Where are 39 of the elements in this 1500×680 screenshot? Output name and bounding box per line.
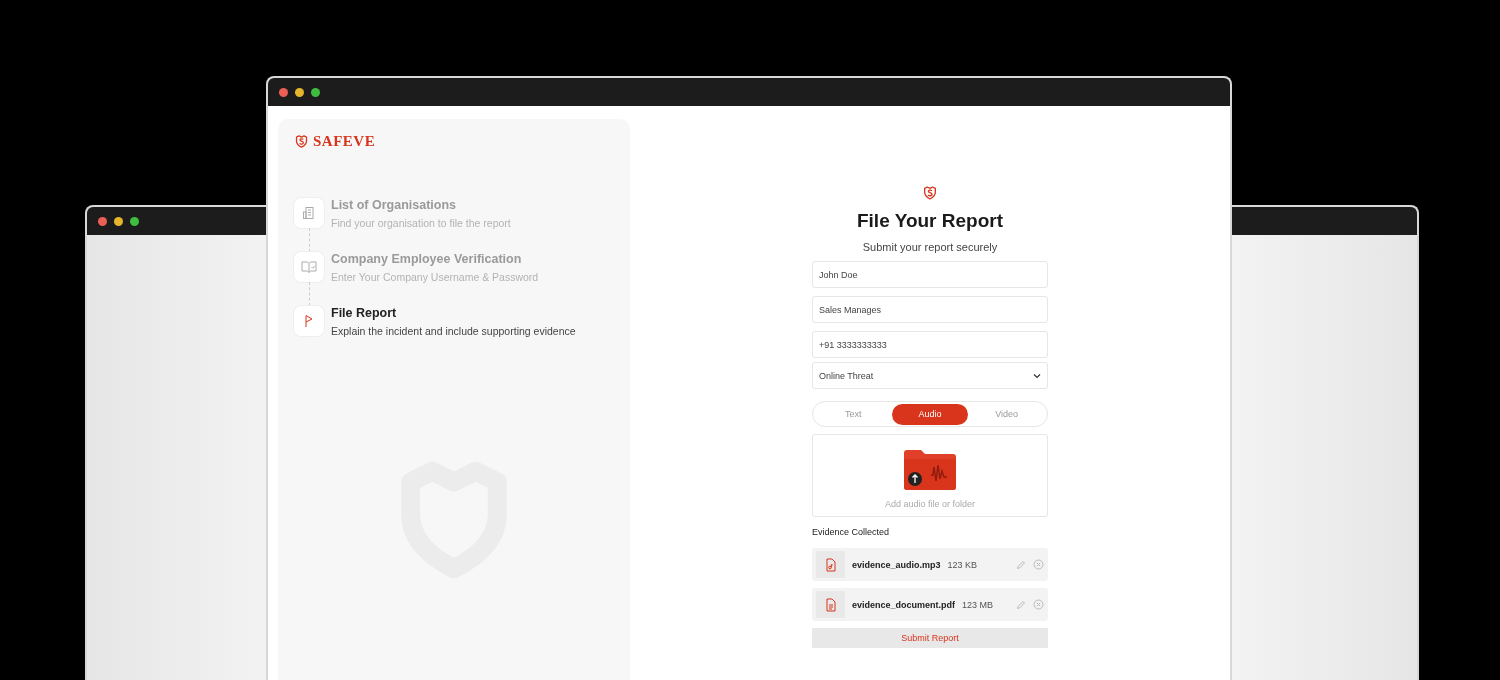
form-title: File Your Report <box>856 210 1003 232</box>
building-icon <box>302 206 316 220</box>
brand-name: SAFEVE <box>313 133 376 150</box>
media-tab[interactable]: Audio <box>891 403 969 425</box>
step-title: List of Organisations <box>331 198 457 212</box>
book-check-icon <box>301 260 317 274</box>
maximize-icon[interactable] <box>311 87 320 97</box>
input-field[interactable]: Sales Manages <box>812 296 1048 323</box>
step-description: Enter Your Company Username & Password <box>331 271 539 283</box>
upload-area[interactable]: Add audio file or folder <box>812 434 1048 517</box>
step-title: File Report <box>331 306 398 320</box>
category-select[interactable]: Online Threat <box>812 362 1048 389</box>
file-name: evidence_audio.mp3 <box>852 559 941 570</box>
close-icon[interactable] <box>279 87 288 97</box>
step-description: Find your organisation to file the report <box>331 217 511 229</box>
file-name: evidence_document.pdf <box>852 599 956 610</box>
audio-folder-icon <box>903 448 957 491</box>
maximize-icon[interactable] <box>130 216 139 226</box>
file-size: 123 MB <box>962 599 995 610</box>
logo-icon <box>294 134 309 149</box>
close-icon[interactable] <box>98 216 107 226</box>
minimize-icon[interactable] <box>295 87 304 97</box>
upload-hint: Add audio file or folder <box>884 498 976 509</box>
media-tab[interactable]: Text <box>815 403 892 425</box>
media-tab[interactable]: Video <box>968 403 1045 425</box>
file-size: 123 KB <box>947 559 979 570</box>
document-icon <box>824 597 837 612</box>
section-heading: Evidence Collected <box>812 527 891 537</box>
step-description: Explain the incident and include supporting evidence <box>331 325 576 337</box>
minimize-icon[interactable] <box>114 216 123 226</box>
input-field[interactable]: +91 3333333333 <box>812 331 1048 358</box>
flag-icon <box>303 314 315 328</box>
logo-icon <box>922 185 938 201</box>
step-title: Company Employee Verification <box>331 252 523 266</box>
input-field[interactable]: John Doe <box>812 261 1048 288</box>
form-subtitle: Submit your report securely <box>862 241 998 253</box>
submit-button[interactable]: Submit Report <box>812 628 1048 648</box>
audio-file-icon <box>824 557 837 572</box>
chevron-down-icon <box>1033 372 1041 379</box>
